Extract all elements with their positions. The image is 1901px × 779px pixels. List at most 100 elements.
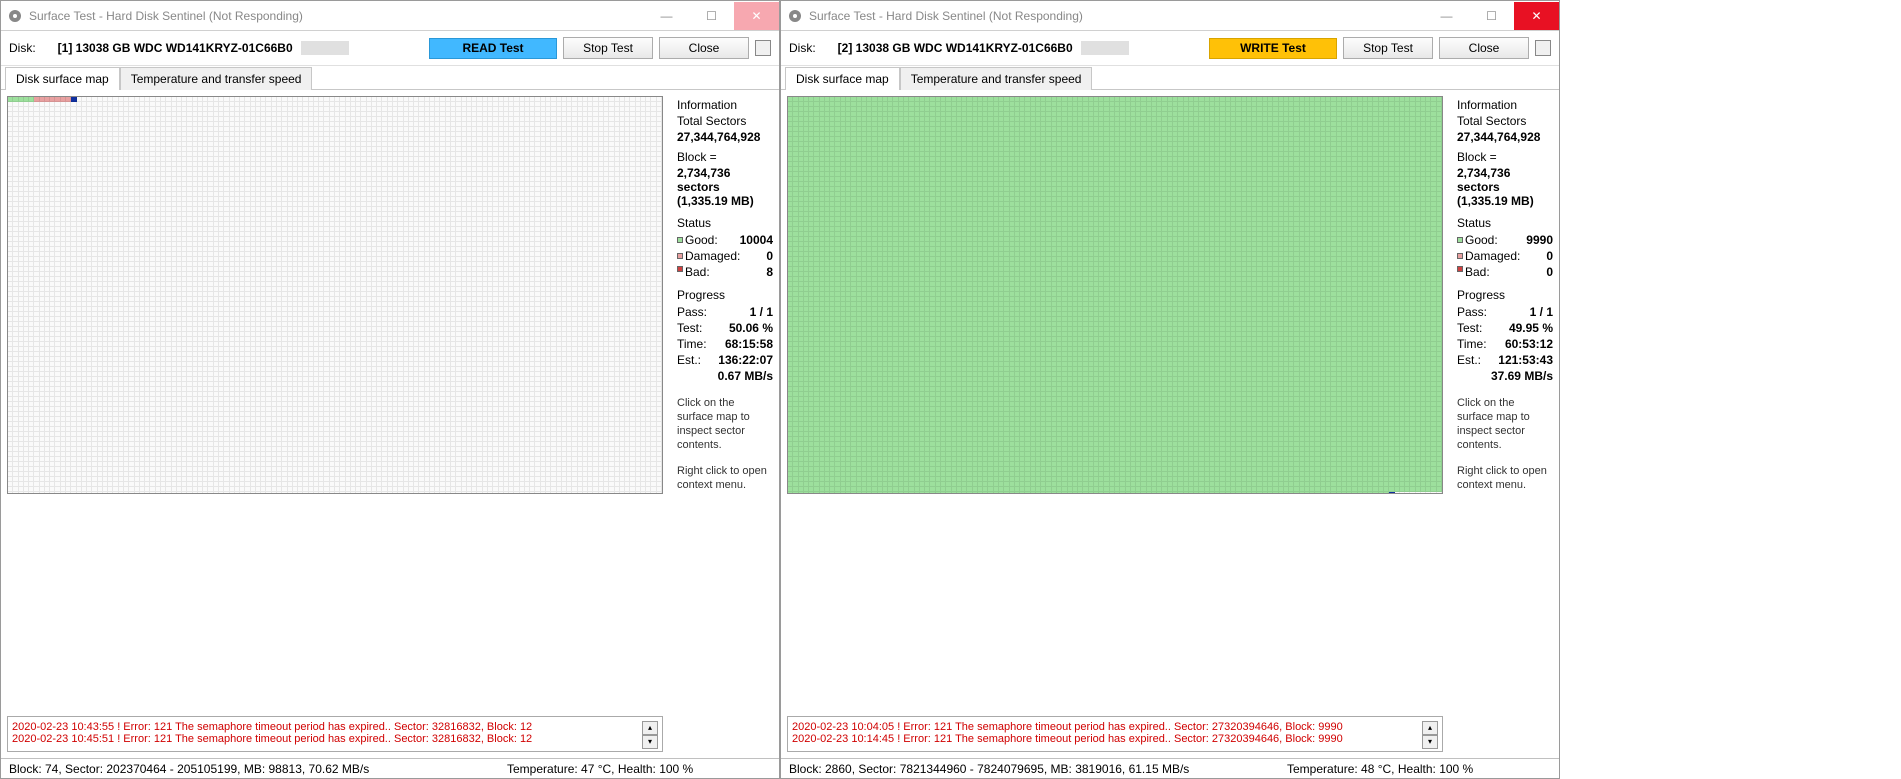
status-block-info: Block: 74, Sector: 202370464 - 205105199… <box>1 762 499 776</box>
bad-swatch-icon <box>1457 266 1463 272</box>
window-title: Surface Test - Hard Disk Sentinel (Not R… <box>29 9 644 23</box>
pass-value: 1 / 1 <box>750 304 773 320</box>
close-button-toolbar[interactable]: Close <box>659 37 749 59</box>
tab-surface-map[interactable]: Disk surface map <box>785 67 900 90</box>
tab-strip: Disk surface map Temperature and transfe… <box>781 66 1559 90</box>
total-sectors-label: Total Sectors <box>1457 114 1553 128</box>
bad-label: Bad: <box>1465 264 1490 280</box>
block-sectors: 2,734,736 sectors <box>1457 166 1553 194</box>
est-label: Est.: <box>677 352 701 368</box>
error-log[interactable]: 2020-02-23 10:43:55 ! Error: 121 The sem… <box>7 716 663 752</box>
good-value: 10004 <box>740 232 773 248</box>
total-sectors-label: Total Sectors <box>677 114 773 128</box>
hint-click: Click on the surface map to inspect sect… <box>1457 396 1553 452</box>
app-icon <box>787 8 803 24</box>
block-label: Block = <box>1457 150 1553 164</box>
stop-test-button[interactable]: Stop Test <box>563 37 653 59</box>
minimize-button[interactable]: — <box>1424 2 1469 30</box>
time-label: Time: <box>1457 336 1487 352</box>
good-swatch-icon <box>677 237 683 243</box>
tab-surface-map[interactable]: Disk surface map <box>5 67 120 90</box>
stop-test-button[interactable]: Stop Test <box>1343 37 1433 59</box>
damaged-label: Damaged: <box>1465 248 1520 264</box>
info-heading: Information <box>1457 98 1553 112</box>
good-value: 9990 <box>1526 232 1553 248</box>
scroll-down-icon[interactable]: ▾ <box>1422 735 1438 749</box>
good-label: Good: <box>685 232 718 248</box>
hint-click: Click on the surface map to inspect sect… <box>677 396 773 452</box>
hint-rightclick: Right click to open context menu. <box>677 464 773 492</box>
time-label: Time: <box>677 336 707 352</box>
titlebar[interactable]: Surface Test - Hard Disk Sentinel (Not R… <box>781 1 1559 31</box>
toolbar: Disk: [2] 13038 GB WDC WD141KRYZ-01C66B0… <box>781 31 1559 66</box>
minimize-button[interactable]: — <box>644 2 689 30</box>
scroll-up-icon[interactable]: ▴ <box>1422 721 1438 735</box>
log-line: 2020-02-23 10:04:05 ! Error: 121 The sem… <box>792 721 1422 733</box>
bad-swatch-icon <box>677 266 683 272</box>
toolbar: Disk: [1] 13038 GB WDC WD141KRYZ-01C66B0… <box>1 31 779 66</box>
close-button[interactable]: ✕ <box>734 2 779 30</box>
good-label: Good: <box>1465 232 1498 248</box>
save-icon[interactable] <box>1535 40 1551 56</box>
status-block-info: Block: 2860, Sector: 7821344960 - 782407… <box>781 762 1279 776</box>
damaged-label: Damaged: <box>685 248 740 264</box>
window-title: Surface Test - Hard Disk Sentinel (Not R… <box>809 9 1424 23</box>
close-button[interactable]: ✕ <box>1514 2 1559 30</box>
progress-heading: Progress <box>1457 288 1553 302</box>
disk-label: Disk: <box>789 41 816 55</box>
damaged-value: 0 <box>766 248 773 264</box>
damaged-swatch-icon <box>677 253 683 259</box>
app-icon <box>7 8 23 24</box>
maximize-button[interactable]: ☐ <box>1469 2 1514 30</box>
status-bar: Block: 74, Sector: 202370464 - 205105199… <box>1 758 779 778</box>
serial-redacted: XXXXXX <box>301 41 349 55</box>
test-value: 49.95 % <box>1509 320 1553 336</box>
titlebar[interactable]: Surface Test - Hard Disk Sentinel (Not R… <box>1 1 779 31</box>
test-value: 50.06 % <box>729 320 773 336</box>
surface-map[interactable] <box>787 96 1443 494</box>
status-heading: Status <box>1457 216 1553 230</box>
scroll-down-icon[interactable]: ▾ <box>642 735 658 749</box>
surface-column: 2020-02-23 10:04:05 ! Error: 121 The sem… <box>781 90 1449 758</box>
pass-value: 1 / 1 <box>1530 304 1553 320</box>
disk-name: [1] 13038 GB WDC WD141KRYZ-01C66B0 <box>58 41 293 55</box>
log-line: 2020-02-23 10:45:51 ! Error: 121 The sem… <box>12 733 642 745</box>
info-heading: Information <box>677 98 773 112</box>
maximize-button[interactable]: ☐ <box>689 2 734 30</box>
log-line: 2020-02-23 10:14:45 ! Error: 121 The sem… <box>792 733 1422 745</box>
content: 2020-02-23 10:43:55 ! Error: 121 The sem… <box>1 90 779 758</box>
block-mb: (1,335.19 MB) <box>677 194 773 208</box>
est-label: Est.: <box>1457 352 1481 368</box>
progress-heading: Progress <box>677 288 773 302</box>
log-line: 2020-02-23 10:43:55 ! Error: 121 The sem… <box>12 721 642 733</box>
tab-temperature[interactable]: Temperature and transfer speed <box>900 67 1093 90</box>
tab-temperature[interactable]: Temperature and transfer speed <box>120 67 313 90</box>
test-label: Test: <box>677 320 702 336</box>
close-button-toolbar[interactable]: Close <box>1439 37 1529 59</box>
good-swatch-icon <box>1457 237 1463 243</box>
surface-column: 2020-02-23 10:43:55 ! Error: 121 The sem… <box>1 90 669 758</box>
bad-value: 0 <box>1546 264 1553 280</box>
bad-value: 8 <box>766 264 773 280</box>
error-log[interactable]: 2020-02-23 10:04:05 ! Error: 121 The sem… <box>787 716 1443 752</box>
time-value: 60:53:12 <box>1505 336 1553 352</box>
info-panel: Information Total Sectors 27,344,764,928… <box>1449 90 1559 758</box>
damaged-swatch-icon <box>1457 253 1463 259</box>
save-icon[interactable] <box>755 40 771 56</box>
read-test-button[interactable]: READ Test <box>429 38 557 59</box>
status-bar: Block: 2860, Sector: 7821344960 - 782407… <box>781 758 1559 778</box>
block-label: Block = <box>677 150 773 164</box>
total-sectors-value: 27,344,764,928 <box>677 130 773 144</box>
total-sectors-value: 27,344,764,928 <box>1457 130 1553 144</box>
status-temperature: Temperature: 47 °C, Health: 100 % <box>499 762 779 776</box>
surface-map[interactable] <box>7 96 663 494</box>
scroll-up-icon[interactable]: ▴ <box>642 721 658 735</box>
status-heading: Status <box>677 216 773 230</box>
status-temperature: Temperature: 48 °C, Health: 100 % <box>1279 762 1559 776</box>
block-sectors: 2,734,736 sectors <box>677 166 773 194</box>
window-left: Surface Test - Hard Disk Sentinel (Not R… <box>0 0 780 779</box>
est-value: 121:53:43 <box>1498 352 1553 368</box>
write-test-button[interactable]: WRITE Test <box>1209 38 1337 59</box>
test-label: Test: <box>1457 320 1482 336</box>
block-mb: (1,335.19 MB) <box>1457 194 1553 208</box>
